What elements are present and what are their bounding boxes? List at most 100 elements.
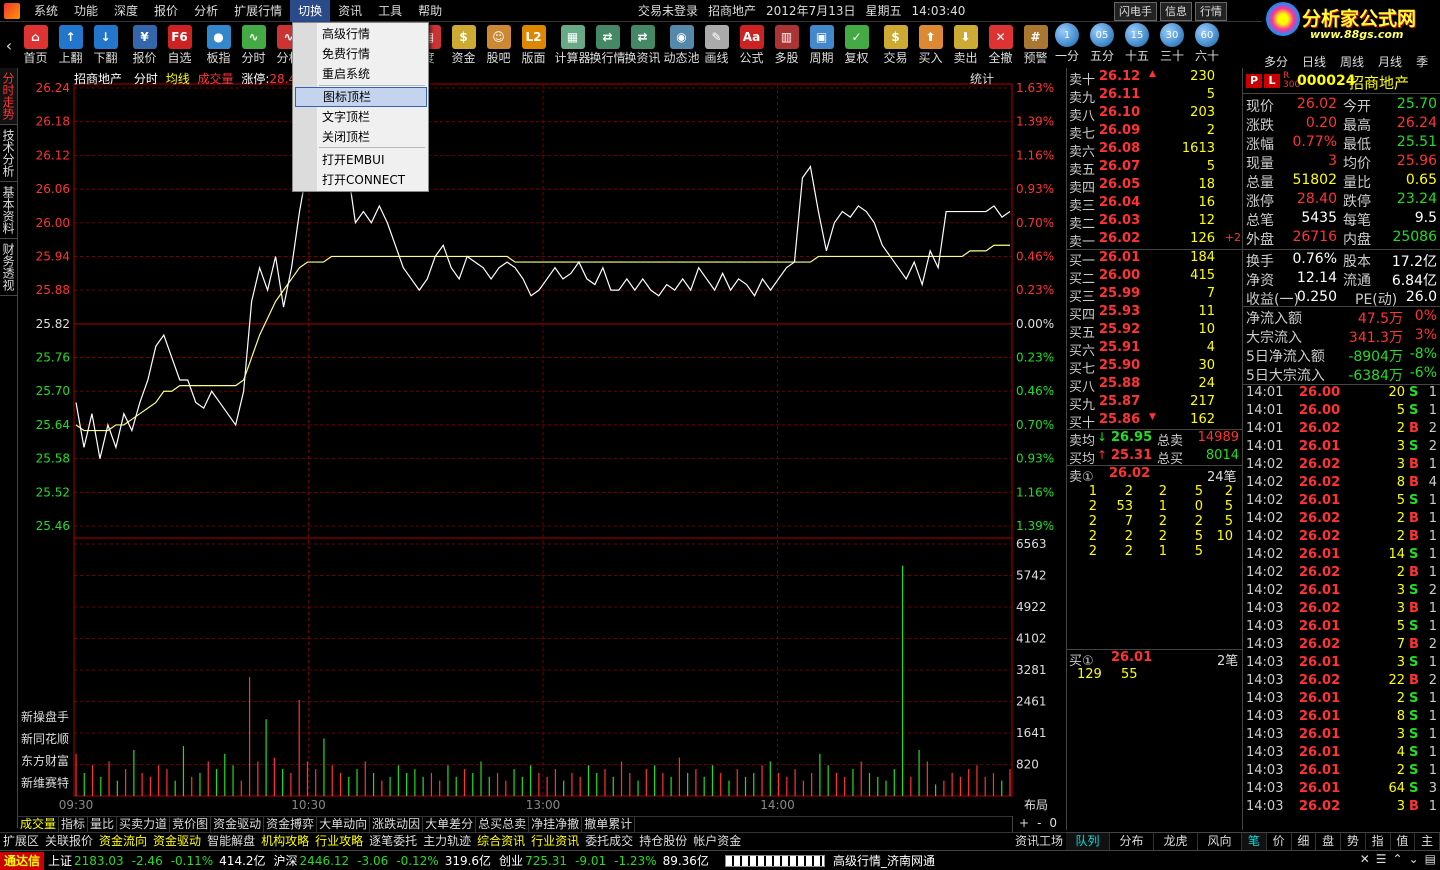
book-tab-0[interactable]: 队列 xyxy=(1066,833,1110,850)
plugin-0[interactable]: 新操盘手 xyxy=(21,708,69,725)
menu-3[interactable]: 报价 xyxy=(146,0,186,22)
indicator-tab-12[interactable]: 撤单累计 xyxy=(582,817,636,832)
toolbar-swap-news-button[interactable]: ⇄ 换资讯 xyxy=(625,23,661,67)
book-tab-3[interactable]: 风向 xyxy=(1198,833,1242,850)
plugin-3[interactable]: 新维赛特 xyxy=(21,774,69,791)
indicator-tab-10[interactable]: 总买总卖 xyxy=(476,817,530,832)
index-2[interactable]: 创业 725.31 -9.01 -1.23% 89.36亿 xyxy=(499,854,709,868)
sell-row[interactable]: 卖四 26.05 18 xyxy=(1067,177,1243,196)
tick-tab-1[interactable]: 价 xyxy=(1267,833,1292,850)
period-button-3[interactable]: 30 三十 xyxy=(1158,23,1186,67)
sell-row[interactable]: 卖二 26.03 12 xyxy=(1067,213,1243,232)
tick-tab-2[interactable]: 细 xyxy=(1292,833,1317,850)
tick-tab-3[interactable]: 盘 xyxy=(1316,833,1341,850)
info-workbench-tab[interactable]: 资讯工场 xyxy=(1012,832,1066,850)
indicator-tab-6[interactable]: 资金搏弈 xyxy=(264,817,318,832)
extra-period-4[interactable]: 季 xyxy=(1416,42,1428,69)
tick-tab-4[interactable]: 势 xyxy=(1341,833,1366,850)
toolbar-draw-line-button[interactable]: ✎ 画线 xyxy=(699,23,734,67)
top-btn-0[interactable]: 闪电手 xyxy=(1114,2,1157,21)
menu-8[interactable]: 工具 xyxy=(370,0,410,22)
indicator-tab-8[interactable]: 涨跌动因 xyxy=(370,817,424,832)
ext-tab-8[interactable]: 主力轨迹 xyxy=(420,833,474,850)
index-1[interactable]: 沪深 2446.12 -3.06 -0.12% 319.6亿 xyxy=(274,854,492,868)
buy-row[interactable]: 买九 25.87 217 xyxy=(1067,394,1243,413)
badge-l[interactable]: L xyxy=(1264,74,1280,88)
switch-menu-item-7[interactable]: 打开CONNECT xyxy=(295,170,427,190)
toolbar-globe-button[interactable]: ● 板指 xyxy=(201,23,236,67)
menu-0[interactable]: 系统 xyxy=(26,0,66,22)
toolbar-cancel-all-button[interactable]: ✕ 全撤 xyxy=(983,23,1018,67)
indicator-tab-4[interactable]: 竞价图 xyxy=(170,817,212,832)
sell-row[interactable]: 卖七 26.09 2 xyxy=(1067,123,1243,142)
toolbar-sell-button[interactable]: ⬇ 卖出 xyxy=(948,23,983,67)
zoom-control-1[interactable]: - xyxy=(1037,816,1041,832)
top-btn-2[interactable]: 行情 xyxy=(1195,2,1227,21)
toolbar-people-button[interactable]: ☺ 股吧 xyxy=(481,23,516,67)
extra-period-3[interactable]: 月线 xyxy=(1378,42,1402,69)
expand-icon[interactable]: ▤ xyxy=(1425,852,1436,866)
left-tab-1[interactable]: 技术分析 xyxy=(0,125,17,182)
ext-tab-0[interactable]: 扩展区 xyxy=(0,833,42,850)
ext-tab-10[interactable]: 行业资讯 xyxy=(528,833,582,850)
period-button-1[interactable]: 05 五分 xyxy=(1088,23,1116,67)
ext-tab-13[interactable]: 帐户资金 xyxy=(690,833,744,850)
period-button-2[interactable]: 15 十五 xyxy=(1123,23,1151,67)
sell-row[interactable]: 卖五 26.07 5 xyxy=(1067,159,1243,178)
toolbar-calculator-button[interactable]: ▦ 计算器 xyxy=(555,23,591,67)
menu-5[interactable]: 扩展行情 xyxy=(226,0,290,22)
ext-tab-11[interactable]: 委托成交 xyxy=(582,833,636,850)
toolbar-home-button[interactable]: ⌂ 首页 xyxy=(18,23,53,67)
buy-row[interactable]: 买五 25.92 10 xyxy=(1067,322,1243,341)
zoom-control-2[interactable]: 0 xyxy=(1049,816,1057,832)
toolbar-yen-button[interactable]: ¥ 报价 xyxy=(127,23,162,67)
switch-menu-item-6[interactable]: 打开EMBUI xyxy=(295,150,427,170)
toolbar-pool-button[interactable]: ◉ 动态池 xyxy=(664,23,700,67)
toolbar-money-button[interactable]: $ 资金 xyxy=(446,23,481,67)
buy-row[interactable]: 买二 26.00 415 xyxy=(1067,268,1243,287)
toolbar-buy-button[interactable]: ⬆ 买入 xyxy=(913,23,948,67)
ext-tab-4[interactable]: 智能解盘 xyxy=(204,833,258,850)
ext-tab-6[interactable]: 行业攻略 xyxy=(312,833,366,850)
sell-row[interactable]: 卖三 26.04 16 xyxy=(1067,195,1243,214)
toolbar-alert-button[interactable]: # 预警 xyxy=(1018,23,1053,67)
sell-row[interactable]: 卖八 26.10 203 xyxy=(1067,105,1243,124)
menu-6[interactable]: 切换 xyxy=(290,0,331,22)
left-tab-0[interactable]: 分时走势 xyxy=(0,68,17,125)
menu-2[interactable]: 深度 xyxy=(106,0,146,22)
book-tab-1[interactable]: 分布 xyxy=(1110,833,1154,850)
switch-menu-item-3[interactable]: 图标顶栏 xyxy=(295,87,427,107)
buy-row[interactable]: 买三 25.99 7 xyxy=(1067,286,1243,305)
toolbar-multi-stock-button[interactable]: ▥ 多股 xyxy=(769,23,804,67)
menu-icon[interactable]: ☰ xyxy=(1376,852,1387,866)
close-icon[interactable]: ✕ xyxy=(1360,852,1370,866)
indicator-tab-0[interactable]: 成交量 xyxy=(18,817,60,832)
menu-1[interactable]: 功能 xyxy=(66,0,106,22)
switch-menu-item-0[interactable]: 高级行情 xyxy=(295,24,427,44)
toolbar-period-button[interactable]: ▣ 周期 xyxy=(804,23,839,67)
left-tab-3[interactable]: 财务透视 xyxy=(0,239,17,296)
extra-period-2[interactable]: 周线 xyxy=(1340,42,1364,69)
stats-button[interactable]: 统计 xyxy=(970,70,994,87)
badge-p[interactable]: P xyxy=(1246,74,1262,88)
sell-row[interactable]: 卖十 26.12 230 ▲ xyxy=(1067,69,1243,88)
toolbar-f6-button[interactable]: F6 自选 xyxy=(162,23,197,67)
extra-period-0[interactable]: 多分 xyxy=(1264,42,1288,69)
buy-row[interactable]: 买十 25.86 162 ▼ xyxy=(1067,412,1243,431)
book-tab-2[interactable]: 龙虎 xyxy=(1154,833,1198,850)
toolbar-swap-quote-button[interactable]: ⇄ 换行情 xyxy=(590,23,626,67)
menu-7[interactable]: 资讯 xyxy=(330,0,370,22)
plugin-2[interactable]: 东方财富 xyxy=(21,752,69,769)
sell-row[interactable]: 卖一 26.02 126 +2 xyxy=(1067,231,1243,250)
buy-row[interactable]: 买八 25.88 24 xyxy=(1067,376,1243,395)
toolbar-back-icon[interactable]: ‹ xyxy=(0,23,18,67)
toolbar-line-chart-button[interactable]: ∿ 分时 xyxy=(236,23,271,67)
ext-tab-2[interactable]: 资金流向 xyxy=(96,833,150,850)
indicator-tab-1[interactable]: 指标 xyxy=(59,817,89,832)
switch-menu-item-2[interactable]: 重启系统 xyxy=(295,64,427,84)
chevron-down-icon[interactable]: ⌄ xyxy=(1409,852,1419,866)
switch-menu-item-4[interactable]: 文字顶栏 xyxy=(295,107,427,127)
chart-canvas[interactable]: 26.24 1.63% 26.18 1.39% 26.12 1.16% 26.06 0.93%… xyxy=(18,68,1066,816)
ext-tab-1[interactable]: 关联报价 xyxy=(42,833,96,850)
toolbar-l2-button[interactable]: L2 版面 xyxy=(516,23,551,67)
